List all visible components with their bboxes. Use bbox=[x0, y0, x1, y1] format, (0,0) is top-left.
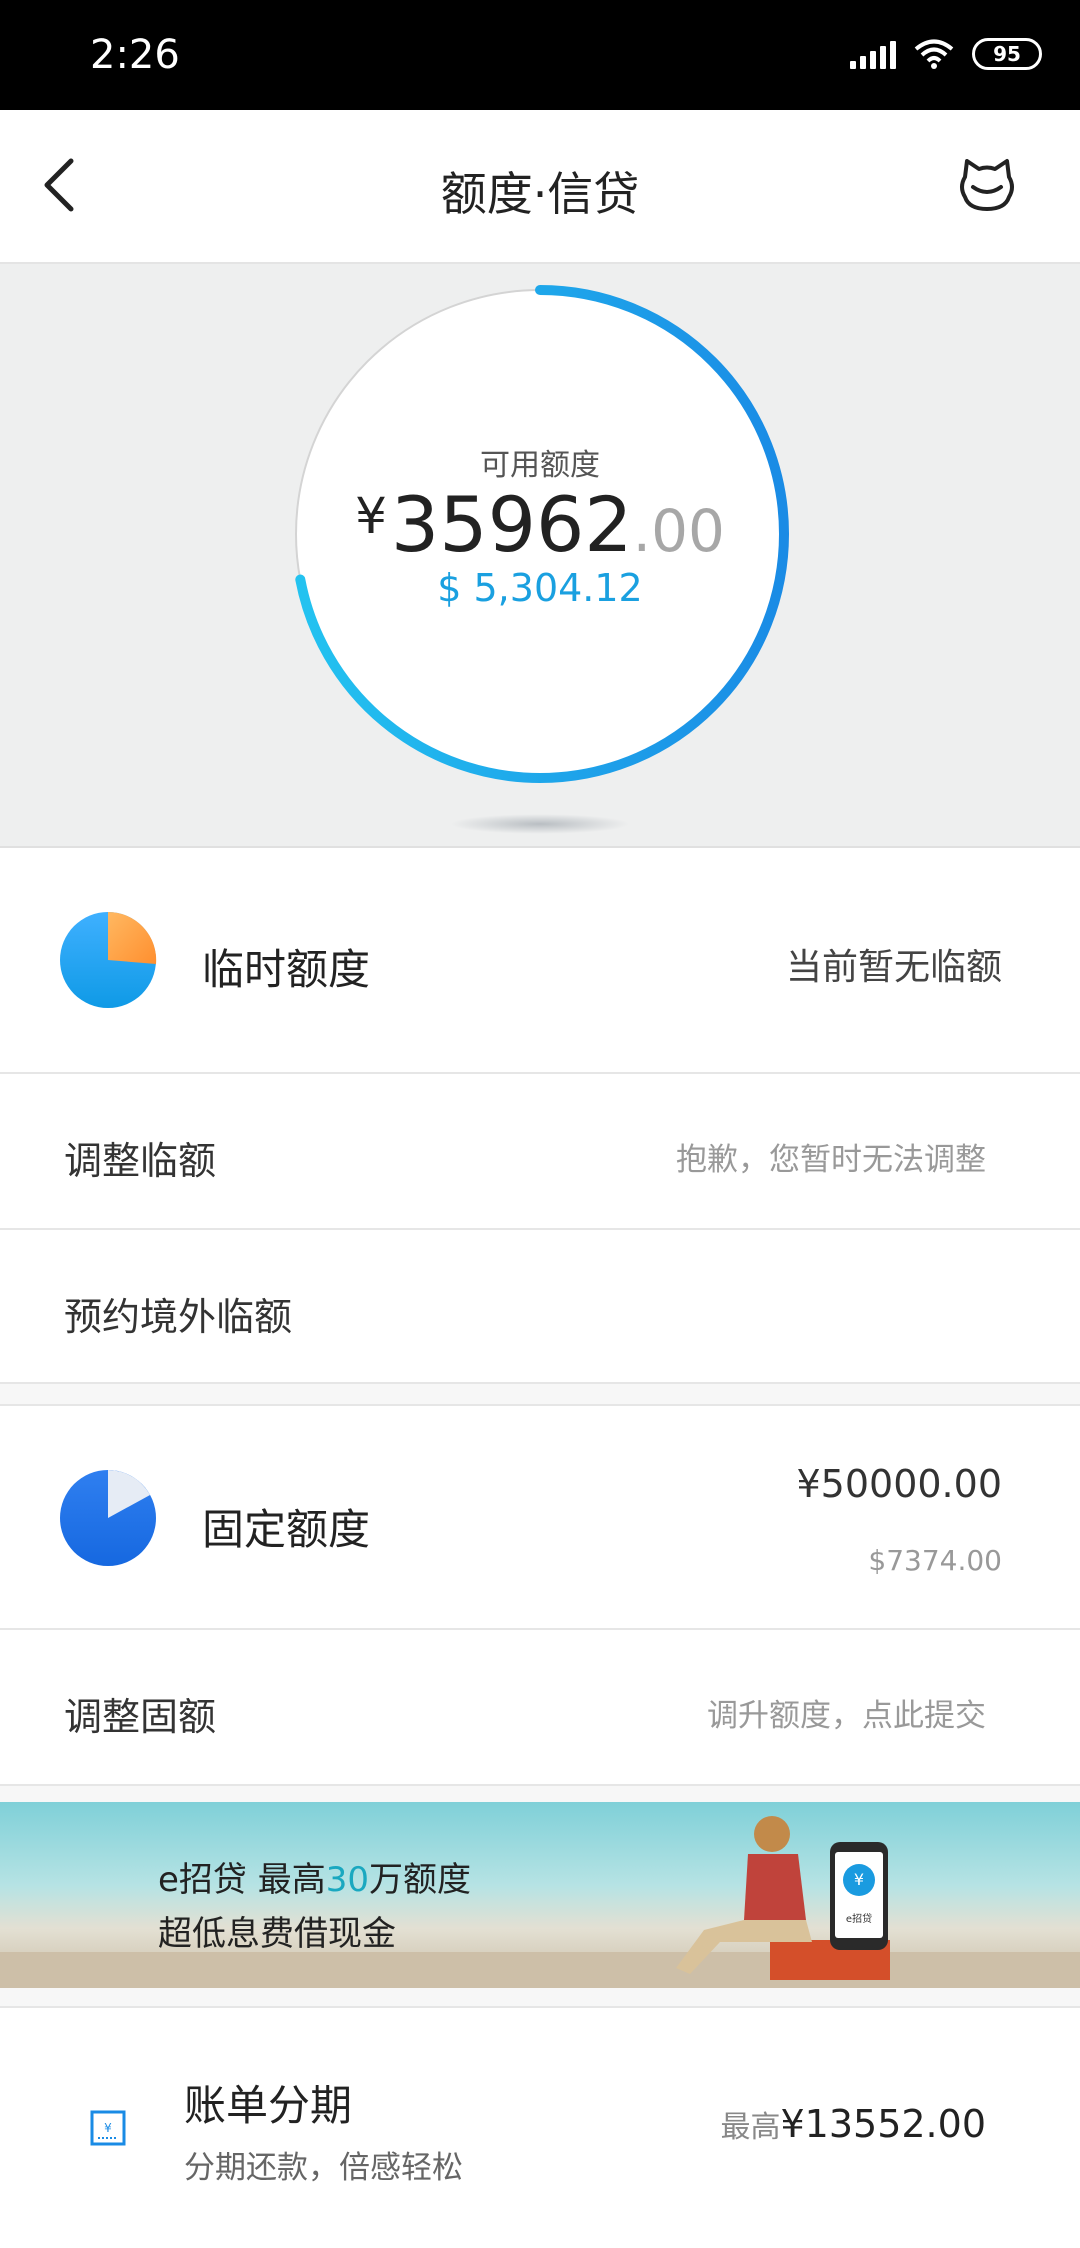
wifi-icon bbox=[914, 39, 954, 69]
adjust-temp-limit-label: 调整临额 bbox=[64, 1139, 217, 1183]
available-limit-label: 可用额度 bbox=[480, 448, 600, 483]
banner-highlight-number: 30 bbox=[325, 1860, 369, 1900]
phone-app-label: e招贷 bbox=[845, 1914, 873, 1925]
installment-amount-prefix: 最高 bbox=[720, 2110, 781, 2145]
customer-service-button[interactable] bbox=[952, 150, 1022, 220]
e-loan-banner[interactable]: e招贷 最高30万额度 超低息费借现金 ¥ e招贷 bbox=[0, 1802, 1080, 1988]
amount-decimal: .00 bbox=[632, 497, 725, 565]
status-bar: 2:26 95 bbox=[0, 0, 1080, 110]
banner-headline: e招贷 最高30万额度 bbox=[158, 1860, 471, 1900]
installment-amount: ¥13552.00 bbox=[780, 2102, 987, 2146]
temp-limit-status: 当前暂无临额 bbox=[785, 947, 1002, 988]
reserve-overseas-label: 预约境外临额 bbox=[64, 1295, 293, 1339]
reserve-overseas-row[interactable]: 预约境外临额 bbox=[0, 1230, 1080, 1384]
bill-icon: ¥ bbox=[90, 2110, 126, 2146]
page-title: 额度·信贷 bbox=[440, 167, 640, 221]
banner-subheadline: 超低息费借现金 bbox=[158, 1914, 396, 1954]
nav-bar: 额度·信贷 bbox=[0, 110, 1080, 264]
fixed-limit-usd: $7374.00 bbox=[868, 1544, 1002, 1577]
amount-integer: 35962 bbox=[390, 480, 633, 569]
adjust-fixed-limit-row[interactable]: 调整固额 调升额度，点此提交 bbox=[0, 1630, 1080, 1786]
ring-shadow bbox=[450, 814, 630, 834]
status-icons: 95 bbox=[850, 38, 1042, 70]
cat-service-icon bbox=[960, 159, 1014, 211]
installment-subtitle: 分期还款，倍感轻松 bbox=[184, 2150, 463, 2186]
available-limit-amount: ¥35962.00 bbox=[0, 480, 1080, 569]
status-time: 2:26 bbox=[90, 32, 180, 78]
installment-max-amount: 最高¥13552.00 bbox=[721, 2102, 987, 2146]
temp-pie-chart-icon bbox=[60, 911, 157, 1008]
adjust-fixed-limit-label: 调整固额 bbox=[64, 1695, 217, 1739]
fixed-limit-cny: ¥50000.00 bbox=[796, 1462, 1003, 1506]
e-loan-logo-icon: ¥ bbox=[843, 1864, 875, 1896]
adjust-temp-limit-row[interactable]: 调整临额 抱歉，您暂时无法调整 bbox=[0, 1074, 1080, 1230]
bill-installment-row[interactable]: ¥ 账单分期 分期还款，倍感轻松 最高¥13552.00 bbox=[0, 2006, 1080, 2248]
fixed-limit-title: 固定额度 bbox=[202, 1505, 371, 1554]
fixed-limit-row[interactable]: 固定额度 ¥50000.00 $7374.00 bbox=[0, 1404, 1080, 1630]
phone-illustration: ¥ e招贷 bbox=[830, 1842, 888, 1950]
svg-text:¥: ¥ bbox=[104, 2121, 112, 2135]
adjust-fixed-limit-hint: 调升额度，点此提交 bbox=[707, 1698, 986, 1734]
fixed-pie-chart-icon bbox=[60, 1470, 156, 1566]
temp-limit-row[interactable]: 临时额度 当前暂无临额 bbox=[0, 848, 1080, 1074]
available-limit-panel: 可用额度 ¥35962.00 $ 5,304.12 bbox=[0, 264, 1080, 848]
currency-symbol: ¥ bbox=[355, 487, 387, 545]
installment-title: 账单分期 bbox=[184, 2081, 353, 2130]
adjust-temp-limit-hint: 抱歉，您暂时无法调整 bbox=[676, 1142, 986, 1178]
battery-icon: 95 bbox=[972, 38, 1042, 70]
available-limit-usd: $ 5,304.12 bbox=[437, 566, 643, 610]
signal-icon bbox=[850, 39, 896, 69]
temp-limit-title: 临时额度 bbox=[202, 945, 371, 994]
